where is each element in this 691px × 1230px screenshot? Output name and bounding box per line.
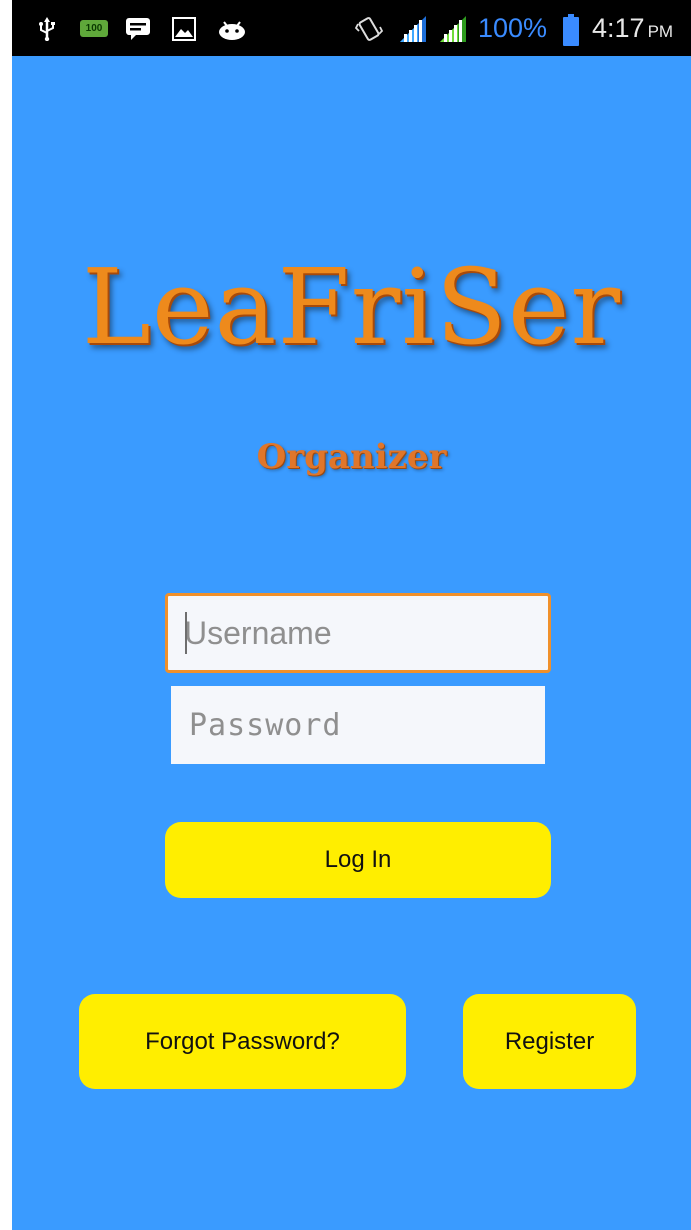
status-bar: 100 100% 4:17 PM [12, 0, 691, 56]
battery-saver-icon: 100 [80, 20, 108, 37]
app-logo-title: LeaFriSer [81, 246, 622, 368]
vibrate-icon [354, 17, 384, 41]
battery-saver-label: 100 [85, 23, 103, 34]
clock-time: 4:17 [592, 13, 645, 43]
clock-ampm: PM [647, 22, 674, 41]
signal-icon-2 [440, 16, 466, 42]
signal-icon [400, 16, 426, 42]
login-button[interactable]: Log In [165, 822, 551, 898]
battery-percent: 100% [478, 13, 548, 43]
message-icon [126, 18, 150, 40]
register-button[interactable]: Register [463, 994, 636, 1089]
forgot-password-button[interactable]: Forgot Password? [79, 994, 406, 1089]
login-screen: 100 100% 4:17 PM LeaFriSer Organizer Use… [12, 0, 691, 1230]
usb-icon [39, 17, 55, 41]
image-icon [172, 17, 196, 41]
app-logo-subtitle: Organizer [256, 437, 447, 477]
username-input[interactable] [165, 593, 551, 673]
text-cursor [185, 612, 187, 654]
android-icon [219, 21, 245, 40]
battery-icon [563, 14, 579, 46]
clock: 4:17 PM [592, 12, 673, 48]
password-input[interactable] [171, 686, 545, 764]
